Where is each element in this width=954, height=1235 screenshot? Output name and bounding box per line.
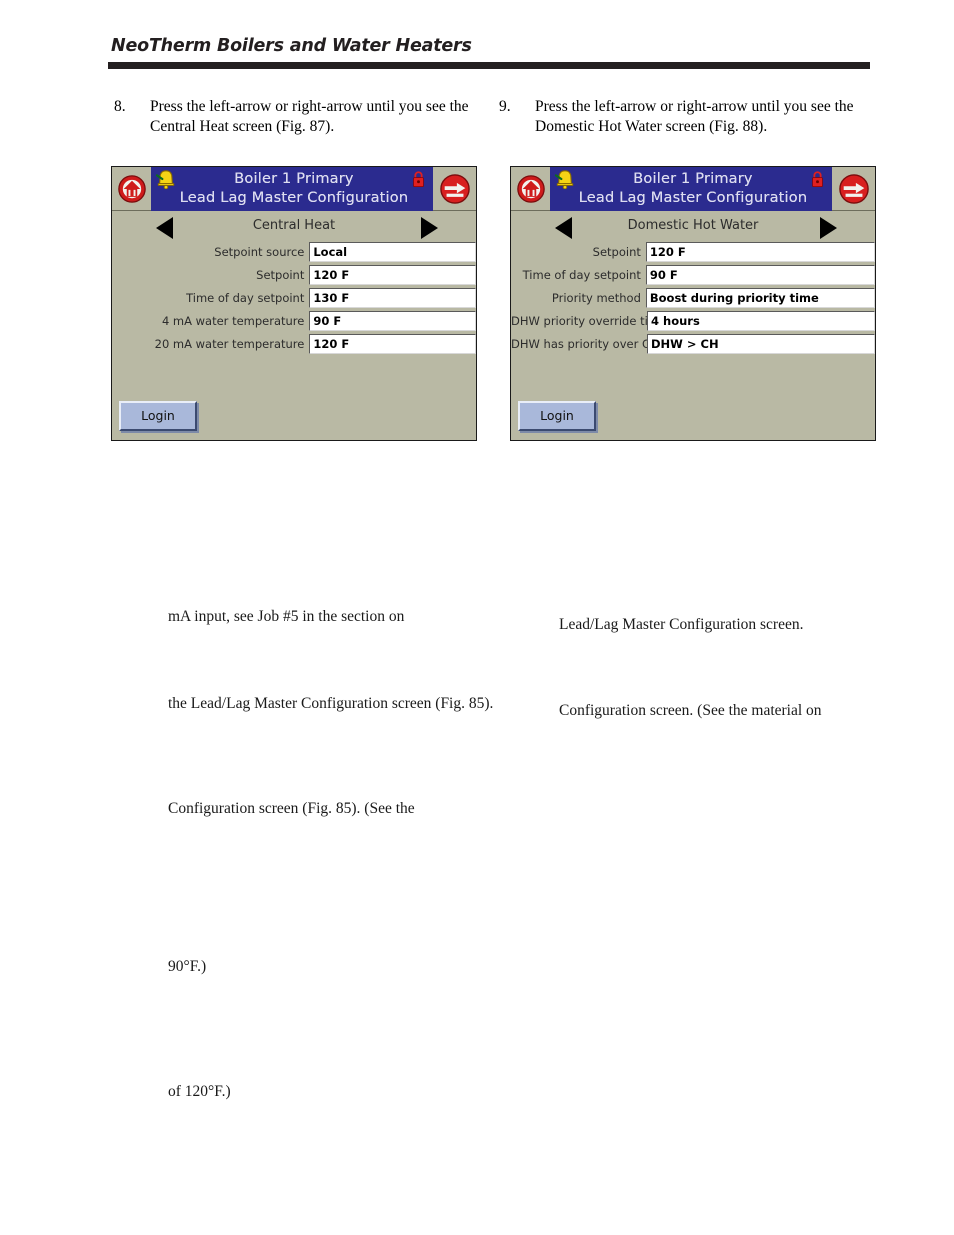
titlebar-center: Boiler 1 Primary Lead Lag Master Configu… — [151, 167, 433, 211]
titlebar-center: Boiler 1 Primary Lead Lag Master Configu… — [550, 167, 832, 211]
body-text-fragment: Configuration screen (Fig. 85). (See the — [168, 800, 415, 817]
field-value[interactable]: 120 F — [309, 264, 476, 285]
field-label: DHW priority override time — [511, 313, 667, 328]
titlebar-title: Boiler 1 Primary Lead Lag Master Configu… — [155, 170, 433, 208]
header-divider — [108, 62, 870, 69]
back-icon — [439, 173, 470, 204]
field-value[interactable]: 120 F — [645, 241, 875, 262]
device-screen-domestic-hot-water: Boiler 1 Primary Lead Lag Master Configu… — [510, 166, 876, 441]
field-label: 4 mA water temperature — [161, 313, 305, 328]
left-arrow-icon[interactable] — [156, 217, 173, 239]
device-screenshots: Boiler 1 Primary Lead Lag Master Configu… — [111, 166, 876, 441]
back-button[interactable] — [832, 167, 875, 211]
field-value[interactable]: 130 F — [309, 287, 476, 308]
left-arrow-icon[interactable] — [555, 217, 572, 239]
body-text-fragment: the Lead/Lag Master Configuration screen… — [168, 695, 494, 712]
field-row: DHW priority override time 4 hours — [511, 310, 875, 331]
field-row: Time of day setpoint 130 F — [112, 287, 476, 308]
step-number: 8. — [114, 98, 126, 115]
field-label: Setpoint — [256, 267, 305, 282]
field-row: 4 mA water temperature 90 F — [112, 310, 476, 331]
field-row: 20 mA water temperature 120 F — [112, 333, 476, 354]
field-row: Setpoint 120 F — [112, 264, 476, 285]
titlebar-line2: Lead Lag Master Configuration — [578, 190, 808, 206]
step-item-9: 9. Press the left-arrow or right-arrow u… — [493, 97, 878, 136]
instruction-steps: 8. Press the left-arrow or right-arrow u… — [108, 97, 878, 136]
field-row: Time of day setpoint 90 F — [511, 264, 875, 285]
device-fields: Setpoint 120 F Time of day setpoint 90 F… — [511, 239, 875, 354]
field-row: Setpoint source Local — [112, 241, 476, 262]
device-nav-row: Central Heat — [112, 211, 476, 239]
page-title: NeoTherm Boilers and Water Heaters — [111, 36, 472, 56]
titlebar-line1: Boiler 1 Primary — [234, 171, 354, 187]
body-text-fragment: mA input, see Job #5 in the section on — [168, 608, 405, 625]
field-label: Time of day setpoint — [186, 290, 305, 305]
field-value[interactable]: Local — [309, 241, 476, 262]
device-titlebar: Boiler 1 Primary Lead Lag Master Configu… — [511, 167, 875, 211]
field-value[interactable]: 120 F — [309, 333, 476, 354]
right-arrow-icon[interactable] — [820, 217, 837, 239]
field-label: 20 mA water temperature — [154, 336, 305, 351]
home-button[interactable] — [112, 167, 151, 211]
field-row: DHW has priority over CH? DHW > CH — [511, 333, 875, 354]
field-row: Priority method Boost during priority ti… — [511, 287, 875, 308]
login-area: Login — [518, 401, 596, 431]
back-icon — [838, 173, 869, 204]
login-button[interactable]: Login — [119, 401, 197, 431]
field-value[interactable]: Boost during priority time — [645, 287, 875, 308]
back-button[interactable] — [433, 167, 476, 211]
titlebar-line2: Lead Lag Master Configuration — [179, 190, 409, 206]
field-label: DHW has priority over CH? — [511, 336, 665, 351]
device-fields: Setpoint source Local Setpoint 120 F Tim… — [112, 239, 476, 354]
device-screen-central-heat: Boiler 1 Primary Lead Lag Master Configu… — [111, 166, 477, 441]
body-text-fragment: Configuration screen. (See the material … — [559, 702, 822, 719]
device-nav-row: Domestic Hot Water — [511, 211, 875, 239]
field-value[interactable]: 90 F — [645, 264, 875, 285]
body-text-fragment: 90°F.) — [168, 958, 207, 975]
field-value[interactable]: 4 hours — [647, 310, 875, 331]
page-header: NeoTherm Boilers and Water Heaters — [108, 36, 870, 69]
field-label: Time of day setpoint — [522, 267, 641, 282]
titlebar-title: Boiler 1 Primary Lead Lag Master Configu… — [554, 170, 832, 208]
step-number: 9. — [499, 98, 511, 115]
field-value[interactable]: 90 F — [309, 310, 476, 331]
titlebar-line1: Boiler 1 Primary — [633, 171, 753, 187]
home-icon — [117, 174, 146, 203]
home-button[interactable] — [511, 167, 550, 211]
login-area: Login — [119, 401, 197, 431]
field-value[interactable]: DHW > CH — [647, 333, 875, 354]
field-label: Setpoint source — [214, 244, 305, 259]
home-icon — [516, 174, 545, 203]
field-row: Setpoint 120 F — [511, 241, 875, 262]
step-text: Press the left-arrow or right-arrow unti… — [535, 98, 854, 135]
step-text: Press the left-arrow or right-arrow unti… — [150, 98, 469, 135]
field-label: Setpoint — [592, 244, 641, 259]
device-titlebar: Boiler 1 Primary Lead Lag Master Configu… — [112, 167, 476, 211]
body-text-fragment: of 120°F.) — [168, 1083, 231, 1100]
right-arrow-icon[interactable] — [421, 217, 438, 239]
login-button[interactable]: Login — [518, 401, 596, 431]
body-text-fragment: Lead/Lag Master Configuration screen. — [559, 616, 804, 633]
step-item-8: 8. Press the left-arrow or right-arrow u… — [108, 97, 493, 136]
field-label: Priority method — [551, 290, 641, 305]
